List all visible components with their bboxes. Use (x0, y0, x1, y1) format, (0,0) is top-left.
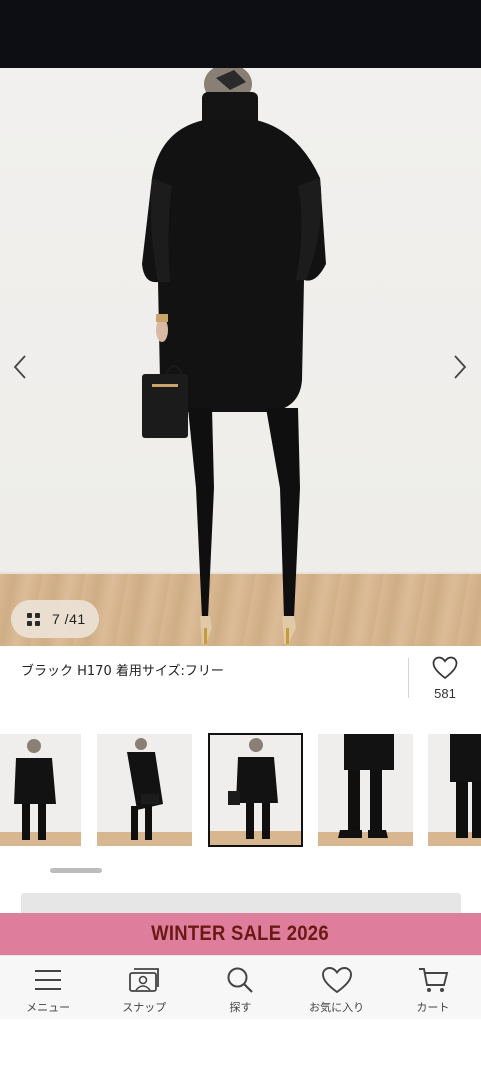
thumbnail-item[interactable] (318, 734, 413, 846)
sale-banner[interactable]: WINTER SALE 2026 (0, 913, 481, 955)
thumbnail-item[interactable] (97, 734, 192, 846)
nav-item-search[interactable]: 探す (192, 956, 288, 1020)
nav-item-snap[interactable]: スナップ (96, 956, 192, 1020)
next-image-button[interactable] (448, 350, 472, 384)
nav-item-favorites[interactable]: お気に入り (289, 956, 385, 1020)
heart-outline-icon (432, 656, 458, 680)
like-button[interactable]: 581 (424, 656, 466, 701)
nav-item-cart[interactable]: カート (385, 956, 481, 1020)
search-icon (224, 965, 256, 995)
sale-banner-text: WINTER SALE 2026 (151, 922, 330, 945)
nav-item-menu[interactable]: メニュー (0, 956, 96, 1020)
grid-icon (27, 612, 40, 626)
product-info-row: ブラック H170 着用サイズ:フリー 581 (0, 646, 481, 716)
product-caption: ブラック H170 着用サイズ:フリー (21, 664, 224, 679)
prev-image-button[interactable] (8, 350, 32, 384)
status-bar (0, 0, 481, 68)
nav-label: カート (416, 1001, 450, 1014)
snap-photo-icon (128, 965, 160, 995)
product-page: 7 /41 ブラック H170 着用サイズ:フリー 581 WINTER SAL… (0, 0, 481, 1080)
nav-label: メニュー (26, 1001, 71, 1014)
image-counter-button[interactable]: 7 /41 (11, 600, 99, 638)
thumbnail-item[interactable] (0, 734, 81, 846)
model-photo (142, 68, 326, 644)
bottom-nav: メニュー スナップ 探す お気に入り カート (0, 955, 481, 1019)
chevron-left-icon (13, 355, 26, 379)
cart-icon (417, 965, 449, 995)
chevron-right-icon (454, 355, 467, 379)
menu-icon (32, 965, 64, 995)
thumbnail-item-active[interactable] (208, 733, 303, 847)
divider (408, 658, 409, 698)
thumbnail-strip[interactable] (0, 732, 481, 850)
nav-label: 探す (229, 1001, 252, 1014)
thumbnail-scroll-indicator (50, 868, 102, 873)
like-count: 581 (434, 686, 456, 701)
heart-icon (321, 965, 353, 995)
thumbnail-item[interactable] (428, 734, 481, 846)
product-image-gallery[interactable] (0, 68, 481, 646)
nav-label: スナップ (122, 1001, 167, 1014)
image-counter-text: 7 /41 (52, 611, 86, 627)
nav-label: お気に入り (309, 1001, 365, 1014)
